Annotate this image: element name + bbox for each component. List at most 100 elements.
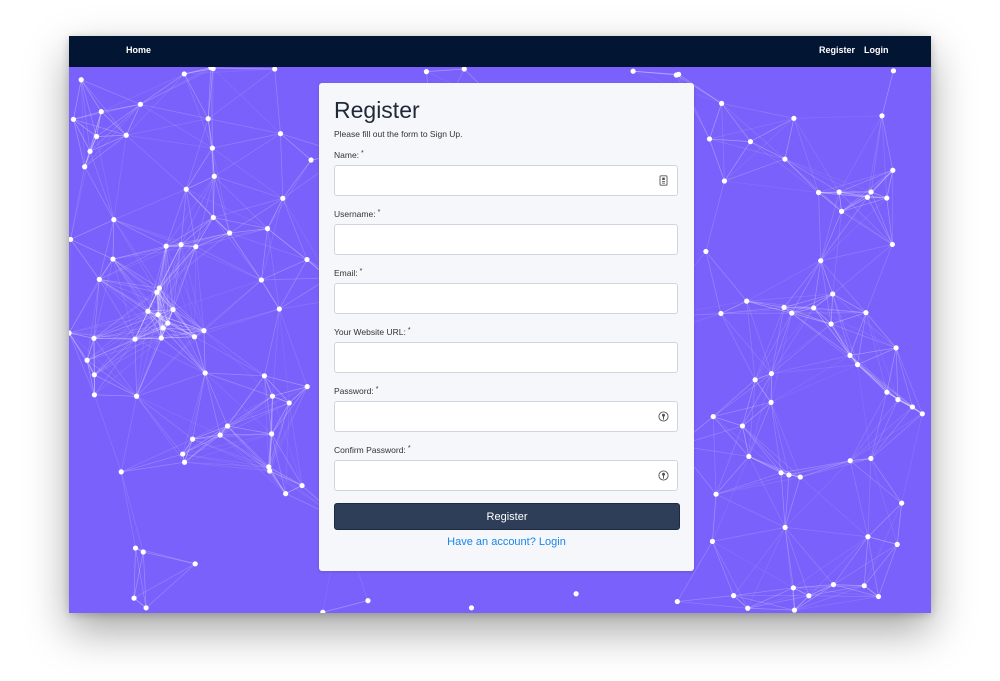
- network-line: [712, 541, 734, 596]
- network-node: [838, 208, 845, 214]
- network-node: [811, 305, 817, 311]
- network-node: [830, 581, 837, 588]
- network-line: [867, 458, 872, 537]
- network-node: [747, 139, 754, 145]
- network-node: [227, 230, 233, 236]
- network-line: [841, 169, 894, 212]
- register-submit-button[interactable]: Register: [334, 503, 680, 530]
- username-input[interactable]: [335, 225, 677, 254]
- network-node: [181, 71, 187, 77]
- network-line: [285, 402, 290, 494]
- network-line: [849, 312, 867, 356]
- network-line: [212, 68, 214, 149]
- network-node: [818, 258, 824, 264]
- network-line: [820, 260, 832, 325]
- network-node: [87, 148, 93, 154]
- nav-register-link[interactable]: Register: [819, 36, 855, 67]
- network-node: [163, 243, 169, 249]
- network-line: [857, 347, 897, 365]
- network-node: [170, 306, 176, 313]
- network-line: [784, 158, 842, 212]
- confirm-password-input[interactable]: [335, 461, 677, 490]
- network-line: [820, 191, 872, 261]
- contact-card-icon[interactable]: [658, 175, 669, 186]
- network-line: [213, 217, 268, 229]
- network-line: [136, 372, 206, 397]
- network-line: [145, 563, 196, 609]
- network-line: [788, 460, 851, 476]
- network-line: [73, 79, 82, 120]
- network-line: [136, 395, 193, 440]
- network-line: [783, 260, 822, 308]
- network-line: [813, 293, 833, 309]
- network-line: [147, 246, 197, 312]
- network-line: [86, 360, 95, 395]
- network-node: [899, 500, 905, 506]
- username-field: [334, 224, 678, 255]
- network-line: [80, 79, 127, 136]
- network-line: [747, 527, 786, 609]
- network-node: [155, 311, 161, 318]
- network-line: [96, 134, 127, 137]
- network-line: [833, 544, 898, 585]
- email-input[interactable]: [335, 284, 677, 313]
- network-node: [791, 607, 798, 613]
- network-node: [84, 357, 90, 363]
- password-key-icon[interactable]: [658, 411, 669, 422]
- network-line: [207, 68, 275, 120]
- network-line: [261, 259, 308, 281]
- nav-home-link[interactable]: Home: [126, 36, 151, 67]
- password-key-icon[interactable]: [658, 470, 669, 481]
- network-line: [69, 239, 71, 334]
- network-line: [136, 314, 159, 397]
- network-line: [721, 103, 794, 119]
- network-node: [863, 310, 869, 316]
- network-line: [881, 70, 894, 116]
- network-node: [258, 277, 265, 283]
- network-node: [573, 591, 579, 597]
- network-line: [94, 394, 137, 397]
- network-line: [724, 118, 795, 182]
- name-input[interactable]: [335, 166, 677, 195]
- network-node: [879, 113, 885, 119]
- network-node: [91, 372, 97, 378]
- network-line: [70, 239, 100, 280]
- network-line: [750, 141, 819, 193]
- network-line: [203, 279, 262, 331]
- network-line: [229, 232, 308, 260]
- network-node: [673, 72, 679, 78]
- network-line: [820, 260, 834, 295]
- network-node: [884, 195, 890, 201]
- network-line: [194, 308, 280, 338]
- network-line: [172, 279, 262, 310]
- network-node: [893, 345, 899, 351]
- network-line: [272, 308, 280, 397]
- nav-login-link[interactable]: Login: [864, 36, 889, 67]
- network-node: [746, 453, 752, 460]
- network-line: [794, 596, 879, 611]
- network-node: [82, 164, 88, 170]
- network-node: [123, 132, 129, 138]
- required-mark: *: [359, 268, 363, 275]
- network-line: [213, 176, 230, 234]
- network-node: [299, 482, 305, 489]
- network-line: [715, 493, 786, 528]
- network-line: [140, 73, 185, 105]
- password-input[interactable]: [335, 402, 677, 431]
- network-line: [134, 339, 137, 397]
- network-node: [308, 157, 314, 163]
- network-line: [849, 392, 888, 461]
- network-node: [145, 308, 151, 314]
- network-line: [192, 372, 206, 440]
- network-line: [126, 118, 209, 136]
- login-link[interactable]: Have an account? Login: [319, 536, 694, 548]
- network-node: [160, 325, 166, 331]
- network-line: [120, 471, 144, 553]
- network-line: [870, 458, 902, 504]
- website-url-input[interactable]: [335, 343, 677, 372]
- network-line: [80, 79, 97, 137]
- network-node: [269, 393, 276, 399]
- network-node: [786, 472, 792, 478]
- network-line: [213, 197, 283, 218]
- network-line: [136, 395, 221, 436]
